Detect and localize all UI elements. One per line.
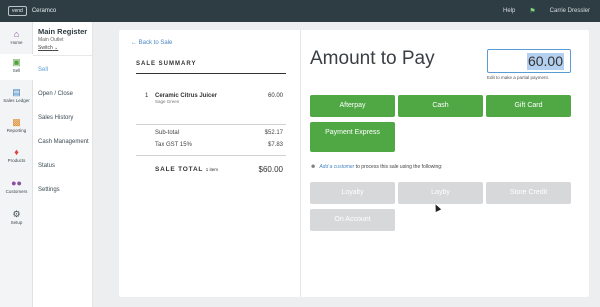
home-icon: ⌂: [13, 29, 20, 39]
sidebar-item-customers[interactable]: ●● Customers: [0, 175, 33, 201]
amount-value: 60.00: [526, 53, 564, 70]
subnav-item-sales-history[interactable]: Sales History: [38, 115, 73, 121]
divider: [33, 55, 93, 56]
line-item-qty: 1: [145, 93, 149, 99]
subnav-item-cash-management[interactable]: Cash Management: [38, 139, 89, 145]
payment-express-label: Payment Express: [325, 129, 380, 136]
top-bar: vend Ceramco Help ⚑ Carrie Dressler: [0, 0, 600, 22]
sidebar-item-label: Sell: [12, 68, 21, 73]
cash-button[interactable]: Cash: [398, 95, 483, 117]
subnav-item-open-close[interactable]: Open / Close: [38, 91, 73, 97]
register-icon: ▣: [12, 57, 21, 67]
sidebar-item-label: Home: [10, 40, 23, 45]
sidebar-item-label: Products: [7, 158, 26, 163]
line-item-variant: Sage Green: [155, 99, 180, 104]
afterpay-button[interactable]: Afterpay: [310, 95, 395, 117]
back-label: Back to Sale: [138, 40, 173, 46]
store-credit-button[interactable]: Store Credit: [486, 182, 571, 204]
back-to-sale-link[interactable]: ← Back to Sale: [131, 40, 172, 46]
help-link[interactable]: Help: [503, 8, 515, 14]
register-name: Main Register: [38, 27, 88, 36]
add-customer-line: ☻ Add a customer to process this sale usi…: [310, 164, 442, 170]
divider: [136, 73, 286, 74]
sidebar-item-label: Customers: [5, 189, 28, 194]
on-account-button[interactable]: On Account: [310, 209, 395, 231]
outlet-name: Main Outlet: [38, 37, 64, 43]
sale-total-label: SALE TOTAL 1 item: [155, 166, 218, 173]
tax-label: Tax GST 15%: [155, 142, 192, 148]
subnav-item-sell[interactable]: Sell: [38, 67, 48, 73]
register-subnav: Main Register Main Outlet Switch ⌄ Sell …: [33, 22, 93, 307]
person-icon: ☻: [310, 164, 317, 170]
sale-total-value: $60.00: [258, 165, 283, 174]
sidebar-item-label: Sales Ledger: [3, 98, 30, 103]
people-icon: ●●: [11, 178, 22, 188]
arrow-left-icon: ←: [131, 40, 139, 46]
bell-icon[interactable]: ⚑: [529, 7, 535, 15]
page-title: Amount to Pay: [310, 48, 435, 69]
store-name: Ceramco: [31, 8, 57, 14]
gear-icon: ⚙: [12, 209, 21, 219]
layby-button[interactable]: Layby: [398, 182, 483, 204]
chart-icon: ▩: [12, 117, 21, 127]
item-count: 1 item: [205, 167, 218, 172]
gift-card-button[interactable]: Gift Card: [486, 95, 571, 117]
subnav-item-settings[interactable]: Settings: [38, 187, 60, 193]
subnav-item-status[interactable]: Status: [38, 163, 55, 169]
top-right-menu: Help ⚑ Carrie Dressler: [503, 0, 590, 22]
loyalty-button[interactable]: Loyalty: [310, 182, 395, 204]
tag-icon: ♦: [14, 147, 19, 157]
sidebar-item-sales-ledger[interactable]: ▤ Sales Ledger: [0, 84, 33, 110]
sale-summary-title: SALE SUMMARY: [136, 61, 197, 67]
divider: [136, 155, 286, 156]
amount-input[interactable]: 60.00: [487, 49, 571, 73]
add-customer-text: to process this sale using the following…: [355, 164, 443, 170]
sale-total-text: SALE TOTAL: [155, 166, 204, 173]
main-sidebar: ⌂ Home ▣ Sell ▤ Sales Ledger ▩ Reporting…: [0, 22, 33, 307]
sidebar-item-products[interactable]: ♦ Products: [0, 144, 33, 170]
switch-register-link[interactable]: Switch ⌄: [38, 45, 58, 51]
sidebar-item-label: Reporting: [6, 128, 27, 133]
line-item-price: 60.00: [267, 93, 283, 99]
tax-value: $7.83: [267, 142, 283, 148]
chevron-down-icon: ⌄: [54, 45, 59, 51]
sidebar-item-setup[interactable]: ⚙ Setup: [0, 206, 33, 232]
divider: [300, 30, 301, 297]
divider: [136, 124, 286, 125]
user-menu[interactable]: Carrie Dressler: [550, 8, 590, 14]
subtotal-value: $52.17: [264, 130, 283, 136]
ledger-icon: ▤: [12, 87, 21, 97]
sidebar-item-label: Setup: [10, 220, 23, 225]
sidebar-item-reporting[interactable]: ▩ Reporting: [0, 114, 33, 140]
vend-logo[interactable]: vend: [8, 6, 27, 16]
sidebar-item-sell[interactable]: ▣ Sell: [0, 54, 33, 80]
sidebar-item-home[interactable]: ⌂ Home: [0, 26, 33, 52]
add-customer-link[interactable]: Add a customer: [319, 164, 354, 170]
subtotal-label: Sub-total: [155, 130, 180, 136]
switch-label: Switch: [38, 45, 53, 51]
amount-hint: Edit to make a partial payment.: [487, 75, 550, 80]
payment-express-button[interactable]: Payment Express: [310, 122, 395, 152]
